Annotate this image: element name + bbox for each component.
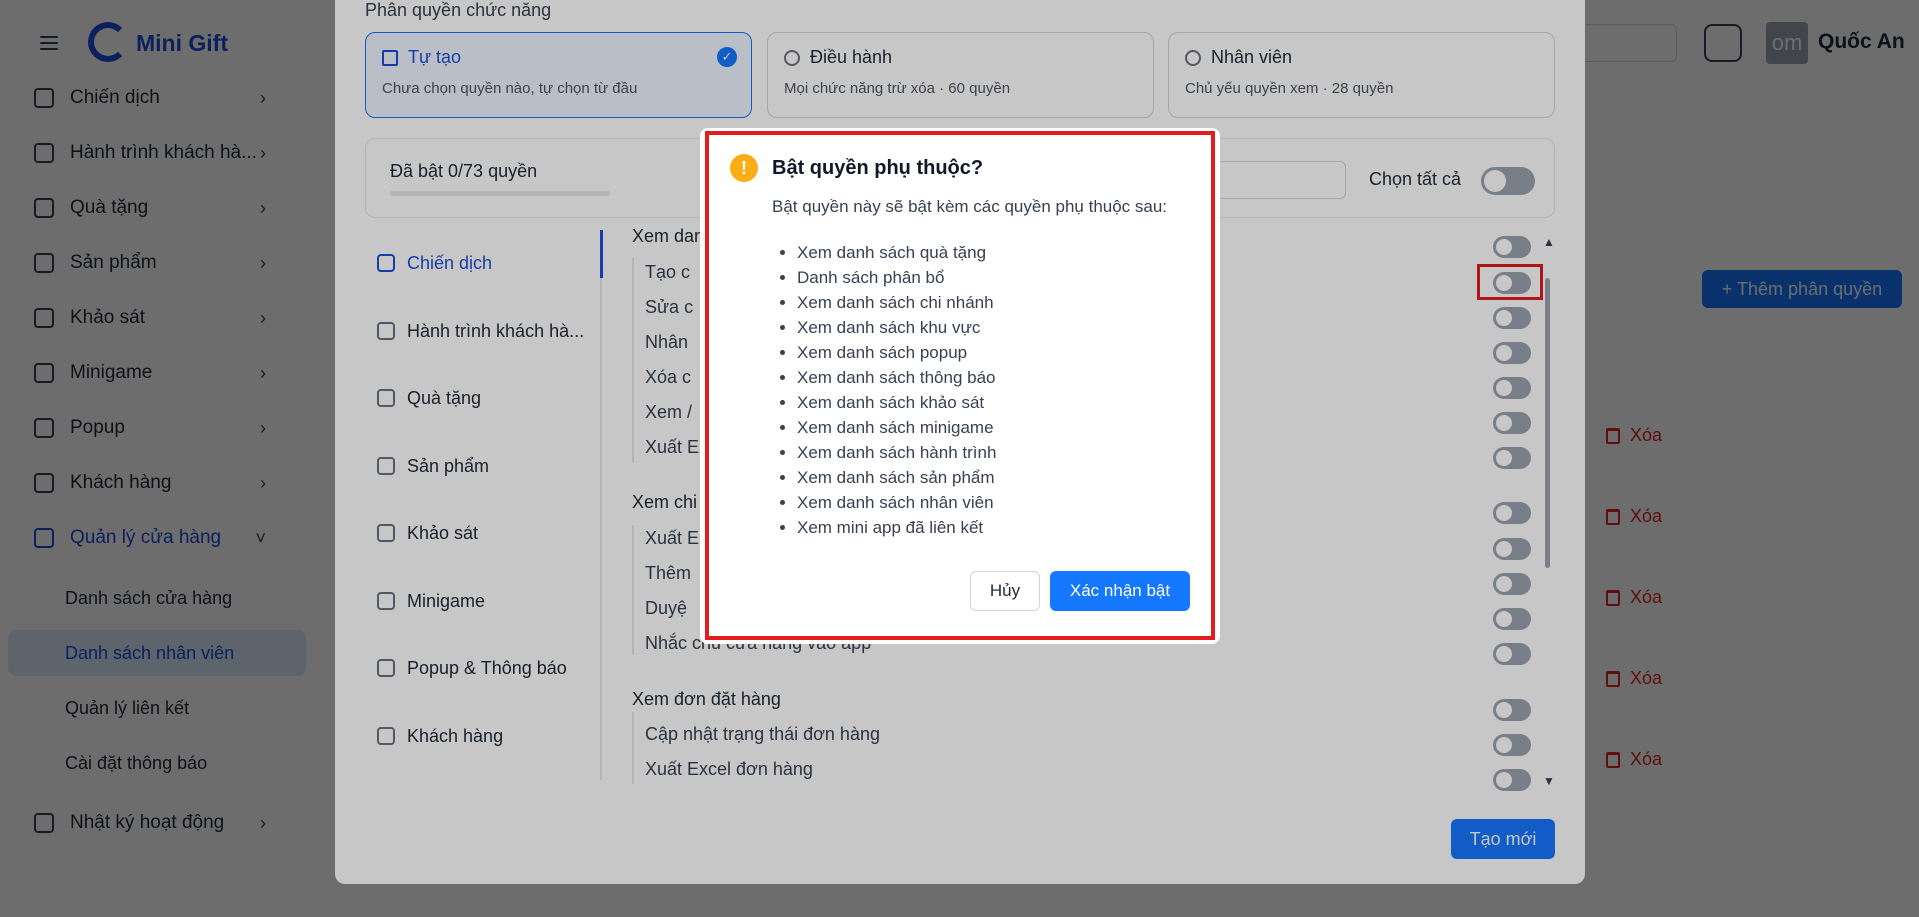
app-root: { "app": {"brand": "Mini Gift"}, "sideba… <box>0 0 1919 917</box>
highlight-box <box>705 131 1215 640</box>
